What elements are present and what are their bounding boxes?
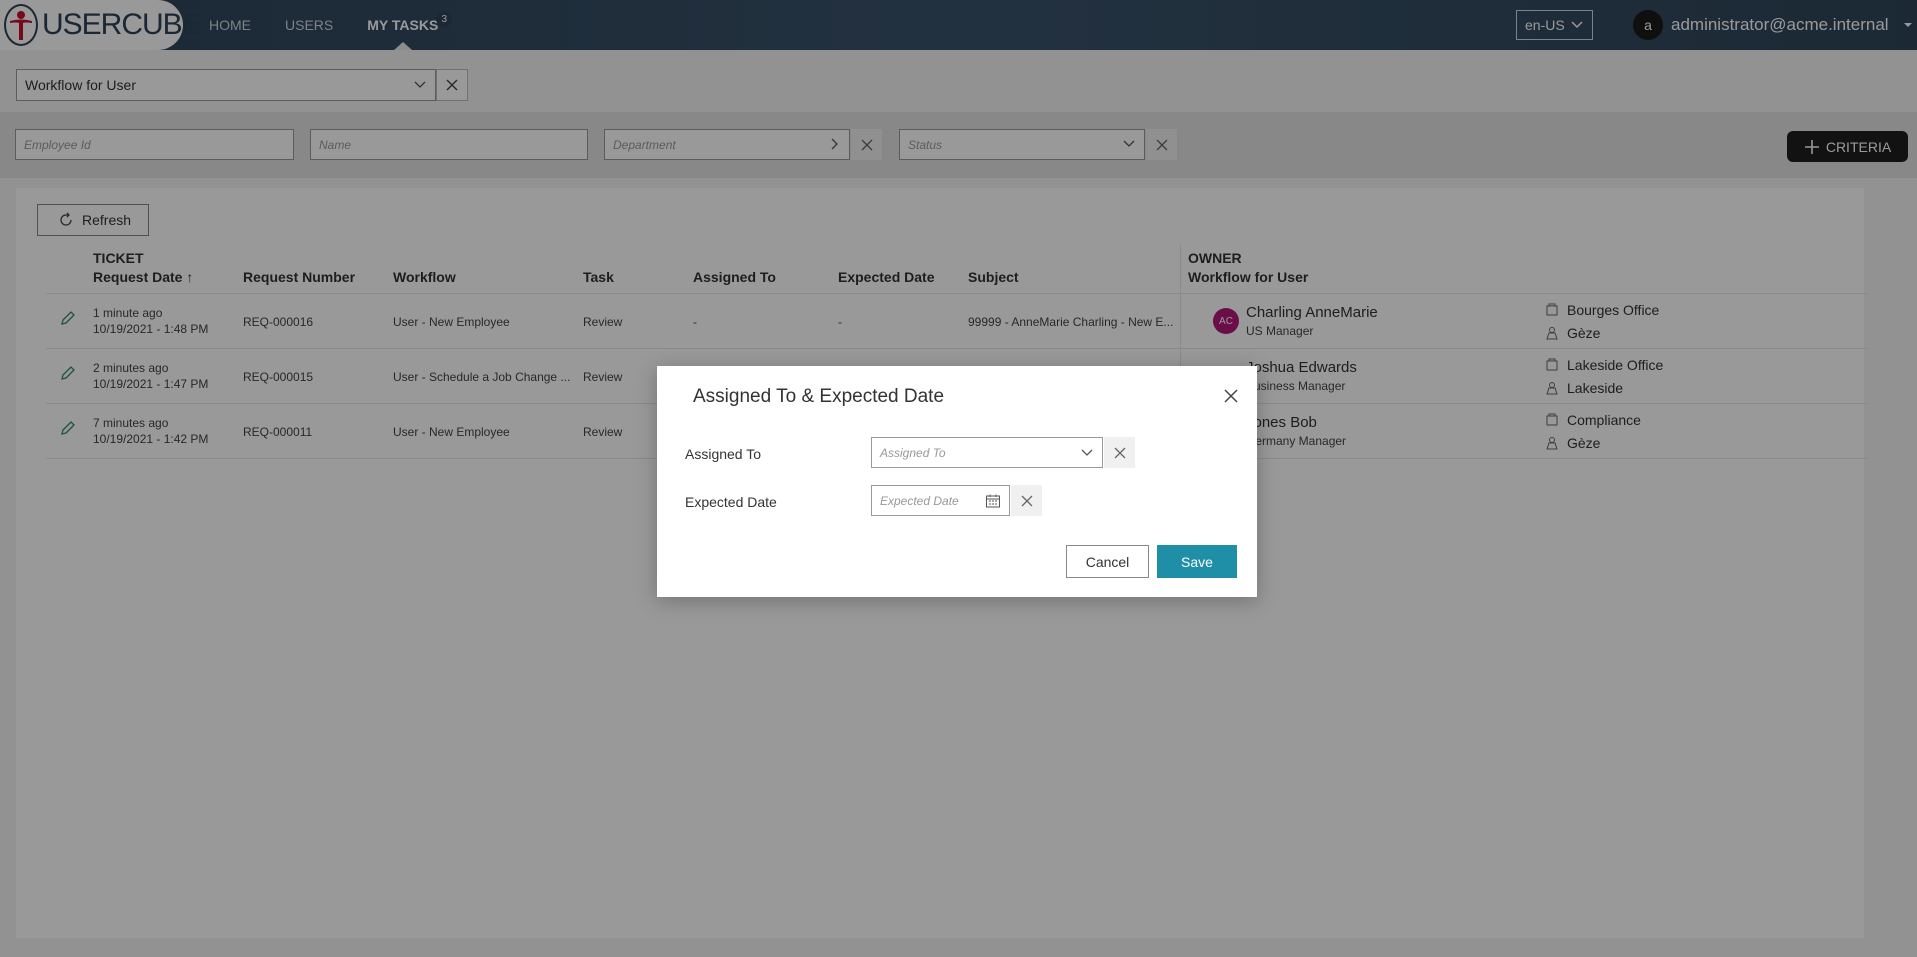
save-button[interactable]: Save [1157, 545, 1237, 578]
close-icon[interactable] [1223, 388, 1239, 404]
expected-date-placeholder: Expected Date [880, 493, 959, 508]
assigned-to-clear-button[interactable] [1104, 437, 1135, 468]
assigned-to-label: Assigned To [685, 446, 762, 462]
close-icon [1114, 447, 1125, 458]
assigned-to-select[interactable]: Assigned To [871, 437, 1103, 468]
assign-dialog: Assigned To & Expected Date Assigned To … [657, 366, 1257, 597]
assigned-to-placeholder: Assigned To [880, 445, 946, 460]
cancel-button[interactable]: Cancel [1066, 545, 1149, 578]
expected-date-input[interactable]: Expected Date [871, 485, 1010, 516]
close-icon [1021, 495, 1032, 506]
dialog-title: Assigned To & Expected Date [693, 386, 945, 407]
expected-date-label: Expected Date [685, 494, 777, 510]
expected-date-clear-button[interactable] [1011, 485, 1042, 516]
chevron-down-icon [1081, 449, 1093, 456]
calendar-icon[interactable] [985, 493, 1001, 509]
